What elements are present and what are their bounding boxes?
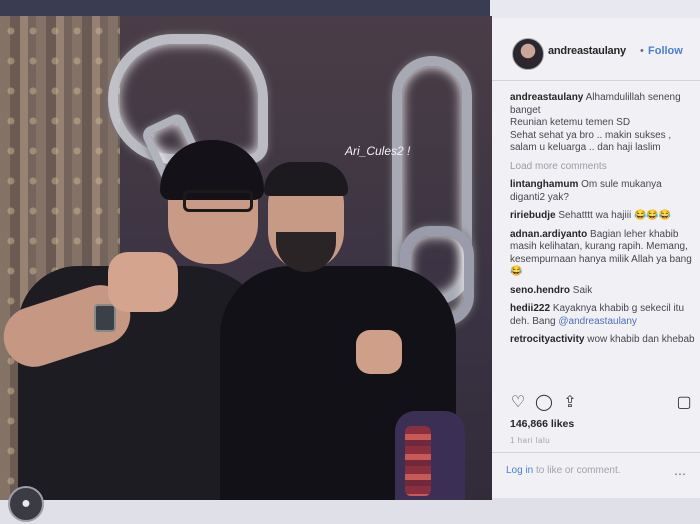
- comment-text: Saik: [572, 284, 593, 296]
- comment-item: seno.hendro Saik: [510, 285, 698, 298]
- comment-item: lintanghamum Om sule mukanya diganti2 ya…: [510, 179, 698, 204]
- comment-item: andreastaulany Alhamdulillah seneng bang…: [510, 92, 698, 155]
- comment-text: Sehatttt wa hajiii 😂😂😂: [558, 210, 672, 221]
- person-right-hair: [264, 162, 348, 196]
- post-actions: ♡ ◯ ⇪ ▢: [508, 392, 692, 414]
- comment-username[interactable]: andreastaulany: [510, 92, 583, 103]
- wristwatch: [94, 304, 116, 332]
- post-photo[interactable]: Ari_Cules2 !: [0, 16, 492, 500]
- comment-item: retrocityactivity wow khabib dan khebab: [510, 334, 698, 347]
- post-date: 1 hari lalu: [510, 436, 551, 445]
- user-avatar[interactable]: [512, 38, 544, 70]
- header-separator: •: [640, 45, 644, 57]
- comment-item: hedii222 Kayaknya khabib g sekecil itu d…: [510, 303, 698, 328]
- comment-username[interactable]: lintanghamum: [510, 179, 578, 190]
- comment-username[interactable]: retrocityactivity: [510, 334, 584, 345]
- comment-mention[interactable]: @andreastaulany: [558, 316, 637, 327]
- comment-username[interactable]: hedii222: [510, 303, 550, 314]
- login-link[interactable]: Log in: [506, 465, 533, 476]
- login-bar: Log in to like or comment. ⋯: [492, 452, 700, 498]
- photo-caption-overlay: Ari_Cules2 !: [345, 144, 411, 158]
- chair-cushion: [405, 426, 431, 496]
- more-dots-icon[interactable]: ⋯: [674, 467, 686, 481]
- likes-count[interactable]: 146,866 likes: [510, 418, 574, 430]
- comment-item: adnan.ardiyanto Bagian leher khabib masi…: [510, 229, 698, 279]
- follow-button[interactable]: Follow: [648, 45, 683, 57]
- person-right-fist: [356, 330, 402, 374]
- bookmark-icon[interactable]: ▢: [674, 392, 694, 412]
- profile-icon[interactable]: ●: [8, 486, 44, 522]
- comments-list: andreastaulany Alhamdulillah seneng bang…: [510, 92, 698, 353]
- person-left-hand: [108, 252, 178, 312]
- header-username[interactable]: andreastaulany: [548, 45, 626, 57]
- post-side-panel: andreastaulany • Follow andreastaulany A…: [492, 18, 700, 498]
- heart-icon[interactable]: ♡: [508, 392, 528, 412]
- comment-icon[interactable]: ◯: [534, 392, 554, 412]
- load-more-comments[interactable]: Load more comments: [510, 161, 698, 174]
- comment-text: wow khabib dan khebab: [587, 334, 695, 345]
- login-prompt: Log in to like or comment.: [506, 465, 621, 476]
- comment-username[interactable]: seno.hendro: [510, 285, 570, 296]
- post-header: andreastaulany • Follow: [492, 18, 700, 81]
- comment-username[interactable]: adnan.ardiyanto: [510, 229, 587, 240]
- comment-username[interactable]: ririebudje: [510, 210, 556, 221]
- share-icon[interactable]: ⇪: [560, 392, 580, 412]
- comment-item: ririebudje Sehatttt wa hajiii 😂😂😂: [510, 210, 698, 223]
- login-rest-text: to like or comment.: [536, 465, 621, 476]
- page-background-bottom: [0, 498, 700, 524]
